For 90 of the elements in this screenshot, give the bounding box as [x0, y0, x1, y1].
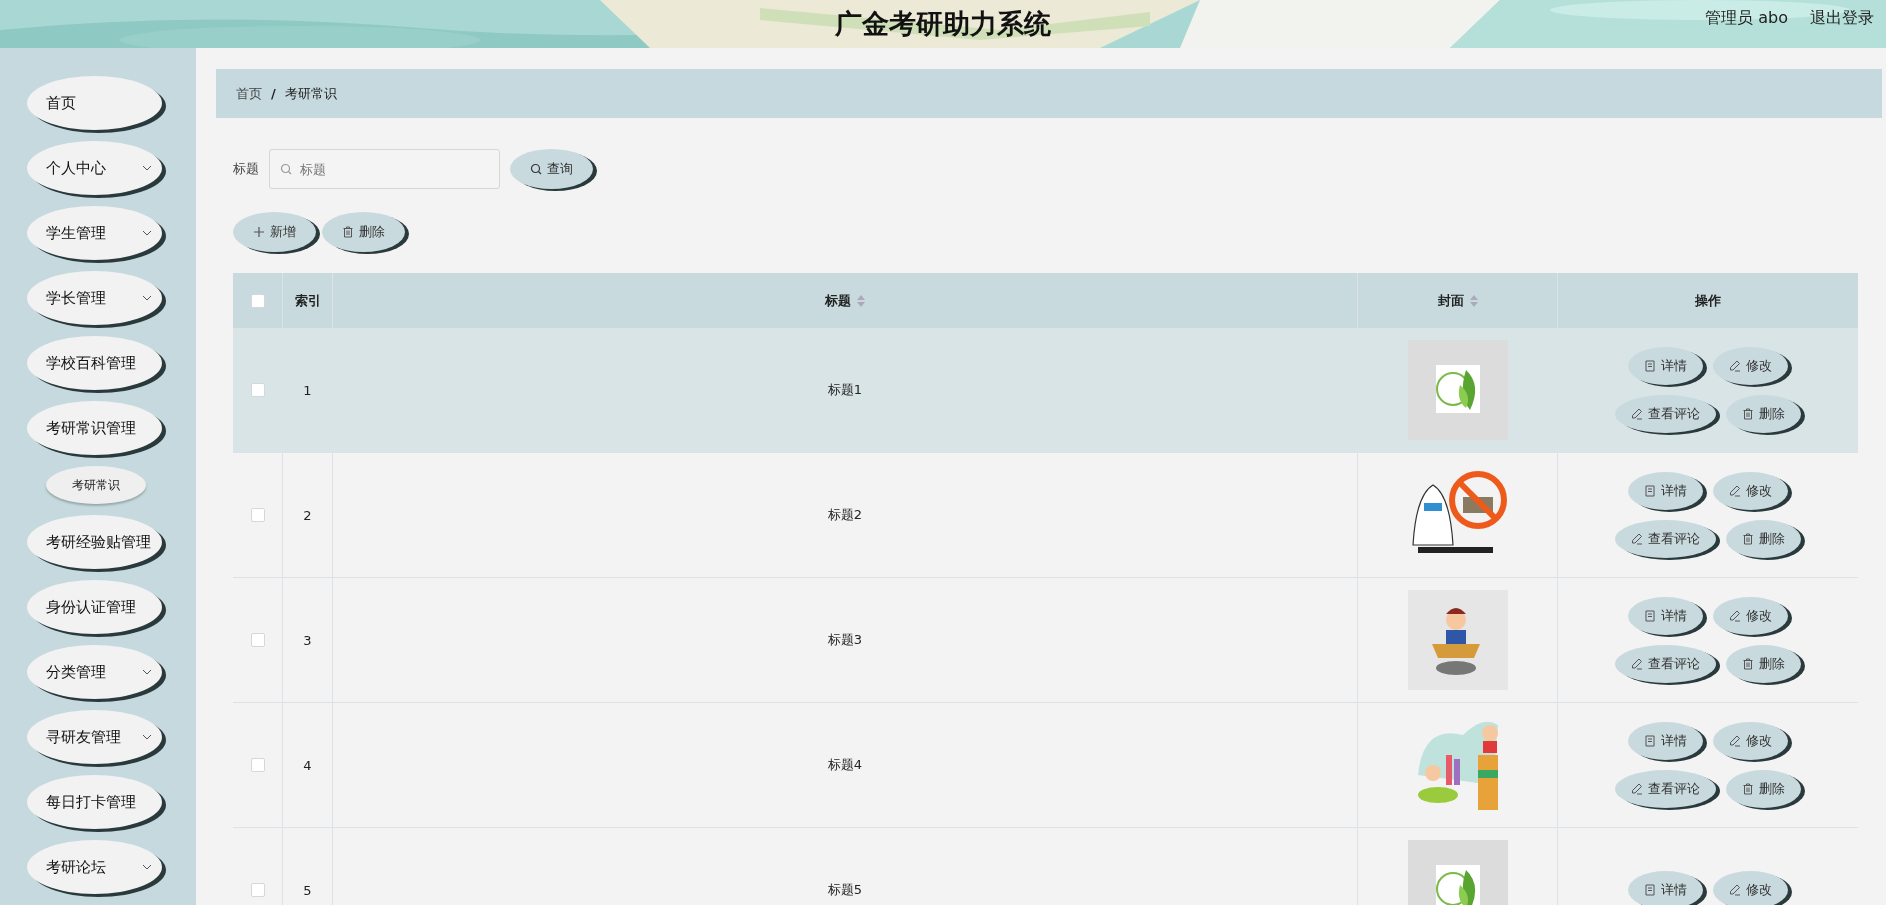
sidebar-item[interactable]: 考研论坛 [27, 840, 162, 894]
table-row[interactable]: 4 标题4 详情 修改 查看评论 删除 [233, 703, 1858, 828]
detail-button[interactable]: 详情 [1628, 871, 1703, 905]
breadcrumb-link[interactable]: 考研常识 [284, 84, 337, 103]
sidebar-item[interactable]: 个人中心 [27, 141, 162, 195]
trash-icon [1742, 658, 1754, 670]
table-row[interactable]: 2 标题2 详情 修改 查看评论 删除 [233, 453, 1858, 578]
comment-button[interactable]: 查看评论 [1615, 770, 1716, 808]
document-icon [1644, 735, 1656, 747]
sidebar-item[interactable]: 考研常识管理 [27, 401, 162, 455]
detail-button[interactable]: 详情 [1628, 722, 1703, 760]
edit-button[interactable]: 修改 [1713, 722, 1788, 760]
detail-button[interactable]: 详情 [1628, 597, 1703, 635]
search-field[interactable]: 标题 [269, 149, 500, 189]
pencil-icon [1729, 884, 1741, 896]
column-header: 操作 [1695, 291, 1721, 310]
delete-button[interactable]: 删除 [1726, 645, 1801, 683]
table-cell: 4 [303, 757, 312, 773]
table-cell: 2 [303, 507, 312, 523]
document-icon [1644, 884, 1656, 896]
pencil-icon [1729, 735, 1741, 747]
sort-icon[interactable] [1469, 294, 1478, 307]
table-cell: 1 [303, 382, 312, 398]
app-title: 广金考研助力系统 [835, 7, 1051, 41]
pencil-icon [1631, 533, 1643, 545]
edit-button[interactable]: 修改 [1713, 871, 1788, 905]
delete-button[interactable]: 删除 [322, 212, 405, 252]
sidebar-item[interactable]: 考研经验贴管理 [27, 515, 162, 569]
pencil-icon [1729, 360, 1741, 372]
column-header: 索引 [294, 291, 321, 310]
table-row[interactable]: 3 标题3 详情 修改 查看评论 删除 [233, 578, 1858, 703]
comment-button[interactable]: 查看评论 [1615, 395, 1716, 433]
pencil-icon [1631, 783, 1643, 795]
pencil-icon [1631, 658, 1643, 670]
table-cell: 5 [303, 882, 312, 898]
table-cell: 标题3 [827, 631, 863, 649]
table-cell: 标题2 [827, 506, 863, 524]
table-cell: 标题1 [827, 381, 863, 399]
document-icon [1644, 485, 1656, 497]
edit-button[interactable]: 修改 [1713, 597, 1788, 635]
pencil-icon [1729, 610, 1741, 622]
add-button[interactable]: 新增 [233, 212, 316, 252]
trash-icon [342, 226, 354, 238]
user-name: 管理员 abo [1705, 8, 1788, 29]
sort-icon[interactable] [857, 294, 865, 307]
row-checkbox[interactable] [250, 633, 265, 647]
breadcrumb-link[interactable]: 首页 [236, 84, 262, 103]
sidebar-item[interactable]: 学长管理 [27, 271, 162, 325]
breadcrumb-separator: / [271, 86, 276, 101]
logout-link[interactable]: 退出登录 [1810, 8, 1874, 29]
select-all-checkbox[interactable] [250, 293, 265, 308]
detail-button[interactable]: 详情 [1628, 472, 1703, 510]
column-header: 封面 [1437, 291, 1464, 310]
table-cell: 标题4 [827, 756, 863, 774]
delete-button[interactable]: 删除 [1726, 395, 1801, 433]
document-icon [1644, 610, 1656, 622]
plus-icon [253, 226, 265, 238]
trash-icon [1742, 783, 1754, 795]
document-icon [1644, 360, 1656, 372]
search-icon [280, 163, 292, 175]
sidebar-item[interactable]: 首页 [27, 76, 162, 130]
sidebar-item[interactable]: 学校百科管理 [27, 336, 162, 390]
detail-button[interactable]: 详情 [1628, 347, 1703, 385]
sidebar-item[interactable]: 寻研友管理 [27, 710, 162, 764]
table-row[interactable]: 1 标题1 详情 修改 查看评论 删除 [233, 328, 1858, 453]
row-checkbox[interactable] [250, 883, 265, 897]
search-label: 标题 [233, 160, 259, 178]
trash-icon [1742, 533, 1754, 545]
table-cell: 标题5 [827, 881, 863, 899]
row-checkbox[interactable] [250, 508, 265, 522]
sidebar-item[interactable]: 学生管理 [27, 206, 162, 260]
sidebar-subitem[interactable]: 考研常识 [46, 466, 146, 504]
pencil-icon [1631, 408, 1643, 420]
delete-button[interactable]: 删除 [1726, 770, 1801, 808]
pencil-icon [1729, 485, 1741, 497]
comment-button[interactable]: 查看评论 [1615, 645, 1716, 683]
trash-icon [1742, 408, 1754, 420]
sidebar-item[interactable]: 身份认证管理 [27, 580, 162, 634]
edit-button[interactable]: 修改 [1713, 347, 1788, 385]
table-cell: 3 [303, 632, 312, 648]
sidebar-item[interactable]: 分类管理 [27, 645, 162, 699]
row-checkbox[interactable] [250, 758, 265, 772]
search-button[interactable]: 查询 [510, 149, 593, 189]
row-checkbox[interactable] [250, 383, 265, 397]
search-icon [530, 163, 542, 175]
column-header: 标题 [825, 291, 851, 310]
delete-button[interactable]: 删除 [1726, 520, 1801, 558]
comment-button[interactable]: 查看评论 [1615, 520, 1716, 558]
edit-button[interactable]: 修改 [1713, 472, 1788, 510]
sidebar-item[interactable]: 每日打卡管理 [27, 775, 162, 829]
